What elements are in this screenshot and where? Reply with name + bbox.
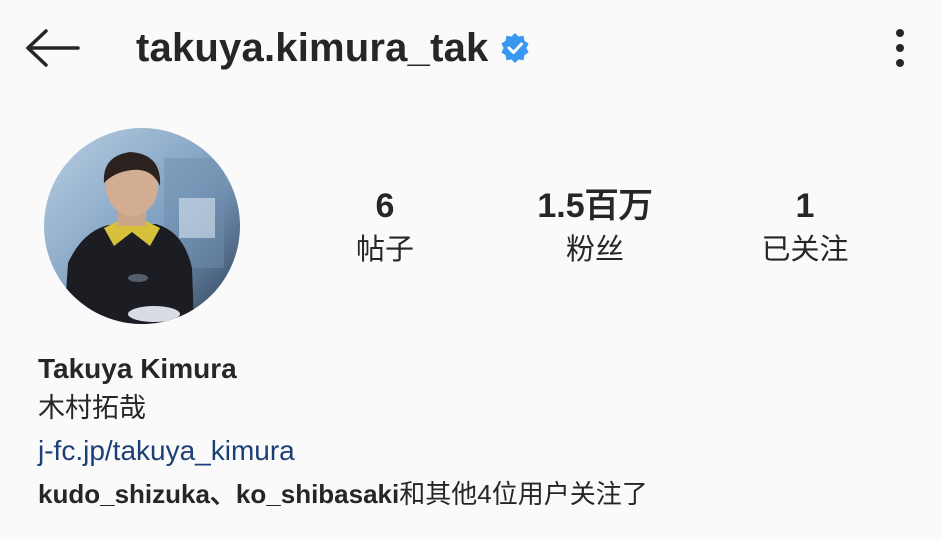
username: takuya.kimura_tak	[136, 25, 489, 70]
bio-website-link[interactable]: j-fc.jp/takuya_kimura	[38, 429, 295, 473]
followers-count[interactable]: 1.5百万 粉丝	[500, 186, 690, 270]
full-name: Takuya Kimura	[38, 353, 237, 384]
followers-count-value: 1.5百万	[537, 187, 653, 225]
followers-count-label: 粉丝	[565, 234, 624, 266]
followed-by-suffix: 和其他4位用户关注了	[399, 479, 648, 509]
following-count-value: 1	[795, 187, 815, 225]
followed-by-users[interactable]: kudo_shizuka、ko_shibasaki	[38, 479, 399, 509]
native-name: 木村拓哉	[38, 393, 146, 423]
verified-badge-icon	[500, 33, 530, 63]
following-count-label: 已关注	[761, 234, 849, 266]
posts-count-value: 6	[375, 187, 395, 225]
top-bar: takuya.kimura_tak	[0, 0, 942, 100]
more-vertical-icon[interactable]	[888, 27, 912, 69]
back-arrow-icon[interactable]	[24, 28, 82, 68]
username-header: takuya.kimura_tak	[136, 22, 530, 74]
profile-bio: Takuya Kimura 木村拓哉 j-fc.jp/takuya_kimura…	[38, 350, 918, 515]
profile-avatar[interactable]	[44, 128, 240, 324]
following-count[interactable]: 1 已关注	[710, 186, 900, 270]
posts-count[interactable]: 6 帖子	[290, 186, 480, 270]
posts-count-label: 帖子	[355, 234, 414, 266]
followed-by-text[interactable]: kudo_shizuka、ko_shibasaki和其他4位用户关注了	[38, 473, 918, 515]
